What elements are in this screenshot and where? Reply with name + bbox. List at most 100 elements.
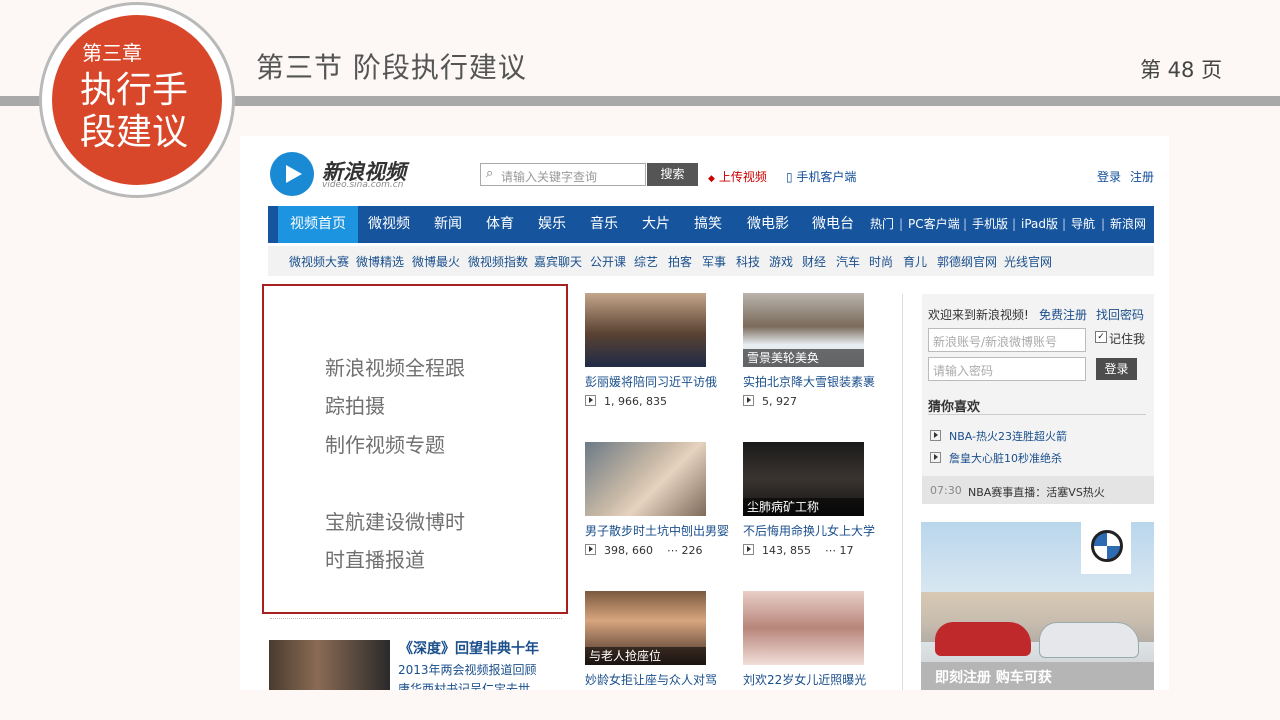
subnav-item[interactable]: 游戏 <box>769 253 793 270</box>
play-icon <box>585 544 596 555</box>
video-caption[interactable]: 不后悔用命换儿女上大学 <box>743 522 875 539</box>
mobile-client-link[interactable]: ▯ 手机客户端 <box>786 168 856 185</box>
callout-line: 宝航建设微博时 <box>325 510 465 534</box>
play-icon <box>585 395 596 406</box>
nav-extra-ipad[interactable]: iPad版 <box>1021 206 1058 243</box>
view-count: 143, 855 <box>762 544 811 557</box>
nav-item-funny[interactable]: 搞笑 <box>694 206 722 243</box>
video-stats: 398, 660 ⋯ 226 <box>585 544 702 557</box>
search-button[interactable]: 搜索 <box>647 163 698 186</box>
ad-footer: 即刻注册 购车可获 <box>921 662 1154 690</box>
nav-item-micro-film[interactable]: 微电影 <box>747 206 789 243</box>
video-thumbnail[interactable]: 尘肺病矿工称 <box>743 442 864 516</box>
comment-count: 226 <box>681 544 703 557</box>
subnav-item[interactable]: 军事 <box>702 253 726 270</box>
callout-line: 新浪视频全程跟 <box>325 356 465 380</box>
remember-checkbox[interactable]: ✓ <box>1095 331 1107 343</box>
search-input[interactable]: 请输入关键字查询 <box>480 163 646 186</box>
video-stats: 143, 855 ⋯ 17 <box>743 544 853 557</box>
account-input[interactable]: 新浪账号/新浪微博账号 <box>928 328 1086 352</box>
video-thumbnail[interactable] <box>585 293 706 367</box>
nav-item-entertainment[interactable]: 娱乐 <box>538 206 566 243</box>
video-caption[interactable]: 男子散步时土坑中刨出男婴 <box>585 522 729 539</box>
section-title: 第三节 阶段执行建议 <box>256 51 527 84</box>
free-register-link[interactable]: 免费注册 <box>1039 306 1087 323</box>
nav-extra-mobile[interactable]: 手机版 <box>972 206 1008 243</box>
nav-extra-sina[interactable]: 新浪网 <box>1110 206 1146 243</box>
subnav-item[interactable]: 嘉宾聊天 <box>534 253 582 270</box>
callout-line: 制作视频专题 <box>325 433 445 457</box>
view-count: 1, 966, 835 <box>604 395 667 408</box>
subnav-item[interactable]: 科技 <box>736 253 760 270</box>
nav-separator: | <box>1101 217 1106 231</box>
nav-item-news[interactable]: 新闻 <box>434 206 462 243</box>
ad-logo-panel <box>1081 522 1131 574</box>
thumbnail-overlay-caption: 雪景美轮美奂 <box>743 349 864 367</box>
live-time: 07:30 <box>930 484 962 497</box>
ad-car-silver <box>1039 622 1139 658</box>
nav-extra-guide[interactable]: 导航 <box>1071 206 1095 243</box>
nav-extra-hot[interactable]: 热门 <box>870 206 894 243</box>
subnav-item[interactable]: 微视频指数 <box>468 253 528 270</box>
find-password-link[interactable]: 找回密码 <box>1096 306 1144 323</box>
recommend-item[interactable]: 詹皇大心脏10秒准绝杀 <box>930 450 1062 466</box>
play-icon <box>743 395 754 406</box>
nav-item-micro-video[interactable]: 微视频 <box>368 206 410 243</box>
nav-item-home[interactable]: 视频首页 <box>278 206 358 243</box>
password-input[interactable]: 请输入密码 <box>928 357 1086 381</box>
view-count: 5, 927 <box>762 395 797 408</box>
ad-text: 即刻注册 购车可获 <box>935 670 1052 686</box>
live-text: NBA赛事直播：活塞VS热火 <box>968 486 1105 499</box>
subnav-item[interactable]: 综艺 <box>634 253 658 270</box>
feature-title[interactable]: 《深度》回望非典十年 <box>399 638 539 658</box>
subnav-item[interactable]: 微博精选 <box>356 253 404 270</box>
live-bar[interactable]: 07:30 NBA赛事直播：活塞VS热火 <box>922 476 1154 504</box>
nav-extra-pc-client[interactable]: PC客户端 <box>908 206 960 243</box>
feature-thumbnail[interactable] <box>269 640 390 690</box>
ad-car-red <box>935 622 1031 656</box>
subnav-item[interactable]: 光线官网 <box>1004 253 1052 270</box>
video-caption[interactable]: 妙龄女拒让座与众人对骂 <box>585 671 717 688</box>
login-panel: 欢迎来到新浪视频! 免费注册 找回密码 新浪账号/新浪微博账号 ✓ 记住我 请输… <box>922 294 1154 504</box>
car-advertisement[interactable]: 即刻注册 购车可获 <box>921 522 1154 690</box>
upload-video-link[interactable]: ◆ 上传视频 <box>708 168 767 185</box>
badge-title-line2: 段建议 <box>80 112 189 153</box>
subnav-item[interactable]: 公开课 <box>590 253 626 270</box>
nav-item-sports[interactable]: 体育 <box>486 206 514 243</box>
video-caption[interactable]: 实拍北京降大雪银装素裹 <box>743 373 875 390</box>
nav-item-micro-radio[interactable]: 微电台 <box>812 206 854 243</box>
subnav-item[interactable]: 微博最火 <box>412 253 460 270</box>
register-link[interactable]: 注册 <box>1130 168 1154 185</box>
subnav-item[interactable]: 时尚 <box>869 253 893 270</box>
bmw-logo-icon <box>1091 530 1123 562</box>
video-thumbnail[interactable]: 雪景美轮美奂 <box>743 293 864 367</box>
login-button[interactable]: 登录 <box>1096 358 1137 380</box>
subnav-item[interactable]: 育儿 <box>903 253 927 270</box>
feature-line[interactable]: 唐华西村书记吴仁宝去世 <box>398 680 530 690</box>
phone-icon: ▯ <box>786 170 797 184</box>
subnav-item[interactable]: 郭德纲官网 <box>937 253 997 270</box>
sina-video-logo-icon[interactable] <box>270 152 314 196</box>
video-thumbnail[interactable]: 与老人抢座位 <box>585 591 706 665</box>
comment-icon: ⋯ <box>666 544 678 557</box>
feature-line[interactable]: 2013年两会视频报道回顾 <box>398 661 537 678</box>
video-caption[interactable]: 彭丽媛将陪同习近平访俄 <box>585 373 717 390</box>
video-thumbnail[interactable] <box>585 442 706 516</box>
video-thumbnail[interactable] <box>743 591 864 665</box>
nav-item-movies[interactable]: 大片 <box>642 206 670 243</box>
mobile-link-label: 手机客户端 <box>796 170 857 184</box>
guess-you-like-title: 猜你喜欢 <box>928 400 981 415</box>
subnav-item[interactable]: 微视频大赛 <box>289 253 349 270</box>
login-link[interactable]: 登录 <box>1097 168 1121 185</box>
video-caption[interactable]: 刘欢22岁女儿近照曝光 <box>743 671 866 688</box>
subnav-item[interactable]: 拍客 <box>668 253 692 270</box>
subnav-item[interactable]: 财经 <box>802 253 826 270</box>
panel-divider <box>928 414 1146 415</box>
subnav-item[interactable]: 汽车 <box>836 253 860 270</box>
play-icon <box>930 430 941 441</box>
nav-item-music[interactable]: 音乐 <box>590 206 618 243</box>
badge-title-line1: 执行手 <box>80 70 189 111</box>
recommend-item[interactable]: NBA-热火23连胜超火箭 <box>930 428 1067 444</box>
nav-separator: | <box>1012 217 1017 231</box>
upload-icon: ◆ <box>708 174 715 184</box>
